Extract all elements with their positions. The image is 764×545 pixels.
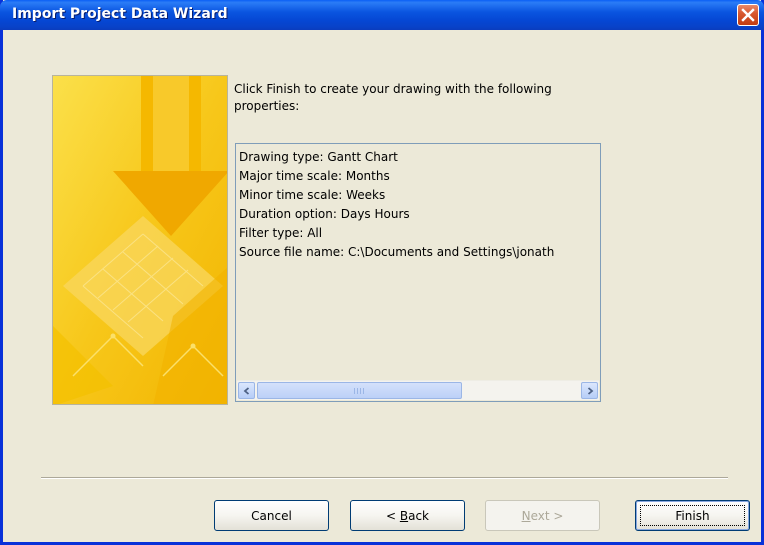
chevron-right-icon <box>587 387 594 395</box>
horizontal-scrollbar[interactable] <box>237 380 599 400</box>
chevron-left-icon <box>243 387 250 395</box>
next-button[interactable]: Next > <box>485 500 600 531</box>
property-line: Minor time scale: Weeks <box>239 188 386 202</box>
grip-icon <box>354 388 366 394</box>
cancel-button-label: Cancel <box>251 508 292 523</box>
back-button[interactable]: < Back <box>350 500 465 531</box>
scrollbar-thumb[interactable] <box>257 382 462 399</box>
cancel-button[interactable]: Cancel <box>214 500 329 531</box>
property-line: Major time scale: Months <box>239 169 390 183</box>
scroll-right-button[interactable] <box>581 382 598 399</box>
close-icon <box>741 8 755 22</box>
scroll-left-button[interactable] <box>238 382 255 399</box>
property-line: Source file name: C:\Documents and Setti… <box>239 245 555 259</box>
back-button-label: < Back <box>385 508 429 523</box>
close-button[interactable] <box>737 4 759 26</box>
properties-listbox[interactable]: Drawing type: Gantt Chart Major time sca… <box>235 143 601 402</box>
finish-button-label: Finish <box>675 508 710 523</box>
instruction-text: Click Finish to create your drawing with… <box>234 82 552 113</box>
next-button-label: Next > <box>521 508 564 523</box>
properties-text: Drawing type: Gantt Chart Major time sca… <box>239 148 597 376</box>
property-line: Drawing type: Gantt Chart <box>239 150 398 164</box>
finish-button[interactable]: Finish <box>635 500 750 531</box>
property-line: Filter type: All <box>239 226 323 240</box>
property-line: Duration option: Days Hours <box>239 207 410 221</box>
window-title: Import Project Data Wizard <box>12 6 228 22</box>
separator <box>41 477 728 479</box>
wizard-window: Import Project Data Wizard Click Finish … <box>0 0 764 545</box>
title-bar[interactable]: Import Project Data Wizard <box>0 0 764 30</box>
wizard-banner-image <box>52 75 228 405</box>
